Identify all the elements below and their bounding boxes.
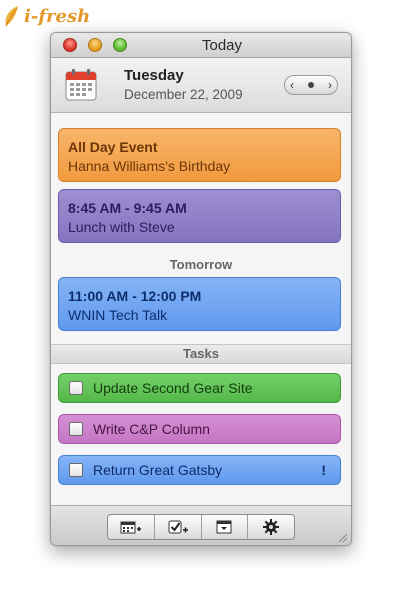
leaf-icon [5,6,18,27]
toolbar-button-group [107,514,295,540]
calendar-icon[interactable] [64,68,98,102]
event-title: Hanna Williams's Birthday [68,158,231,174]
section-header-tasks: Tasks [51,344,351,364]
priority-flag: ! [321,462,326,478]
event-time: 11:00 AM - 12:00 PM [68,288,202,304]
today-window: Today Tuesday December 22, 2009 ‹ › All … [50,32,352,546]
new-event-button[interactable] [108,515,155,539]
resize-grip-icon[interactable] [336,531,348,543]
event-item[interactable]: All Day Event Hanna Williams's Birthday [58,128,341,182]
task-checkbox[interactable] [69,463,83,477]
gear-icon [263,519,280,535]
today-button[interactable] [308,82,314,88]
menu-button[interactable] [202,515,249,539]
bottom-toolbar [51,505,351,545]
task-checkbox[interactable] [69,422,83,436]
task-item[interactable]: Update Second Gear Site [58,373,341,403]
event-time: 8:45 AM - 9:45 AM [68,200,187,216]
task-checkbox[interactable] [69,381,83,395]
agenda-list: All Day Event Hanna Williams's Birthday … [51,113,351,505]
task-item[interactable]: Write C&P Column [58,414,341,444]
watermark-text: i-fresh [24,5,91,27]
task-label: Update Second Gear Site [93,380,253,396]
previous-day-button[interactable]: ‹ [290,79,294,91]
task-item[interactable]: Return Great Gatsby ! [58,455,341,485]
task-label: Write C&P Column [93,421,210,437]
date-label: December 22, 2009 [124,87,243,102]
window-title: Today [201,37,243,54]
day-label: Tuesday [124,67,184,84]
settings-button[interactable] [248,515,294,539]
date-navigation: ‹ › [284,75,338,95]
section-header-tomorrow: Tomorrow [169,257,233,272]
event-title: WNIN Tech Talk [68,307,168,323]
task-label: Return Great Gatsby [93,462,223,478]
event-item[interactable]: 11:00 AM - 12:00 PM WNIN Tech Talk [58,277,341,331]
new-event-icon [120,521,141,534]
new-task-icon [168,520,188,534]
new-task-button[interactable] [155,515,202,539]
menu-icon [216,520,232,534]
event-item[interactable]: 8:45 AM - 9:45 AM Lunch with Steve [58,189,341,243]
next-day-button[interactable]: › [328,79,332,91]
date-header: Tuesday December 22, 2009 ‹ › [51,58,351,113]
watermark-logo: i-fresh [2,2,90,30]
event-time: All Day Event [68,139,158,155]
titlebar: Today [51,33,351,58]
event-title: Lunch with Steve [68,219,175,235]
